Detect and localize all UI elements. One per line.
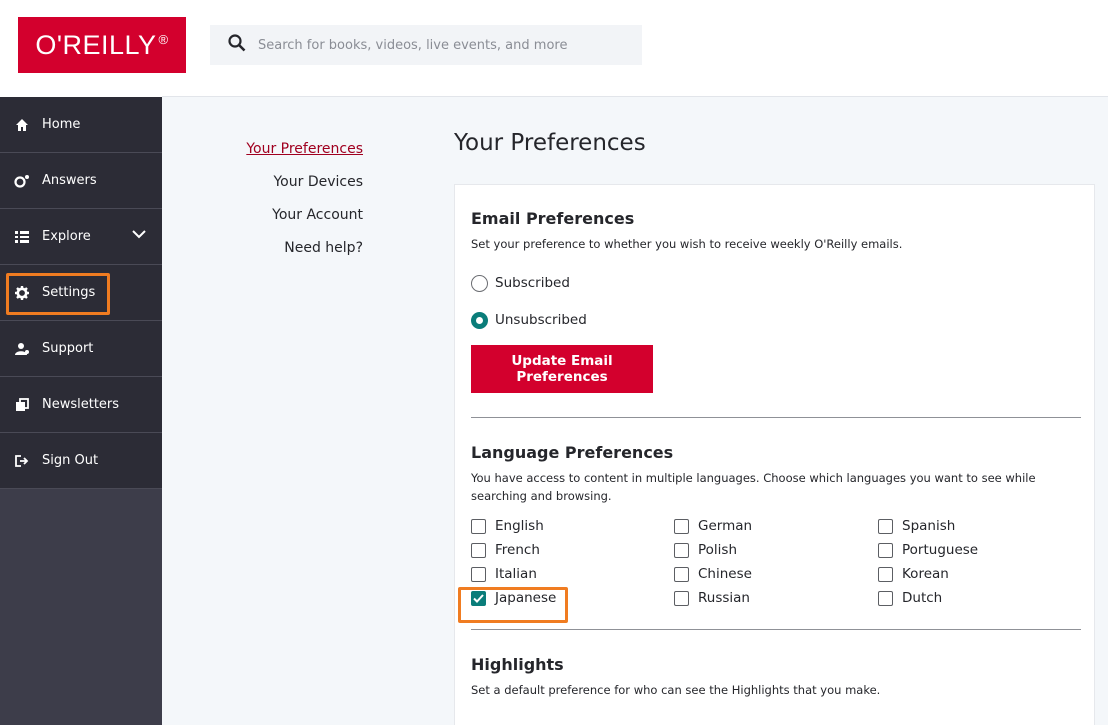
search-input[interactable] — [258, 37, 618, 53]
email-preferences-desc: Set your preference to whether you wish … — [471, 237, 903, 251]
checkbox-label: Dutch — [902, 590, 943, 606]
subnav-your-devices[interactable]: Your Devices — [246, 173, 363, 206]
sidebar-item-label: Support — [42, 341, 94, 356]
checkbox-japanese[interactable]: Japanese — [471, 589, 674, 607]
logo-text: O'REILLY — [35, 29, 157, 60]
checkbox-spanish[interactable]: Spanish — [878, 517, 1081, 535]
checkbox[interactable] — [878, 518, 893, 534]
checkbox-korean[interactable]: Korean — [878, 565, 1081, 583]
oreilly-logo[interactable]: O'REILLY ® — [18, 17, 186, 73]
checkbox-portuguese[interactable]: Portuguese — [878, 541, 1081, 559]
search-icon — [228, 34, 246, 56]
top-header — [162, 0, 1108, 97]
subnav-need-help[interactable]: Need help? — [246, 239, 363, 272]
checkbox-german[interactable]: German — [674, 517, 878, 535]
sidebar-item-sign-out[interactable]: Sign Out — [0, 433, 162, 489]
checkmark-icon — [473, 593, 484, 603]
support-icon — [14, 341, 30, 357]
registered-mark: ® — [158, 31, 169, 47]
checkbox[interactable] — [878, 590, 893, 606]
checkbox[interactable] — [471, 566, 486, 582]
checkbox[interactable] — [878, 566, 893, 582]
checkbox-label: French — [495, 542, 540, 558]
checkbox-label: Chinese — [698, 566, 752, 582]
home-icon — [14, 117, 30, 133]
sign-out-icon — [14, 453, 30, 469]
checkbox-label: Portuguese — [902, 542, 979, 558]
checkbox-french[interactable]: French — [471, 541, 674, 559]
sidebar-item-support[interactable]: Support — [0, 321, 162, 377]
sidebar-item-explore[interactable]: Explore — [0, 209, 162, 265]
sidebar-item-home[interactable]: Home — [0, 97, 162, 153]
gear-icon — [14, 285, 30, 301]
checkbox-polish[interactable]: Polish — [674, 541, 878, 559]
sidebar-item-label: Sign Out — [42, 453, 99, 468]
checkbox-label: Russian — [698, 590, 750, 606]
checkbox-label: Italian — [495, 566, 537, 582]
checkbox-label: Spanish — [902, 518, 956, 534]
sidebar-item-label: Settings — [42, 285, 96, 300]
checkbox[interactable] — [471, 518, 486, 534]
email-preferences-title: Email Preferences — [471, 209, 635, 228]
search-bar[interactable] — [210, 25, 642, 65]
sidebar-item-label: Answers — [42, 173, 97, 188]
sidebar-item-settings[interactable]: Settings — [0, 265, 162, 321]
checkbox-checked[interactable] — [471, 590, 486, 606]
checkbox-label: Japanese — [495, 590, 557, 606]
checkbox[interactable] — [471, 542, 486, 558]
page-title: Your Preferences — [454, 130, 646, 156]
radio-label: Subscribed — [495, 275, 570, 291]
language-grid: English German Spanish French Polish Por… — [471, 517, 1078, 607]
checkbox-label: English — [495, 518, 544, 534]
section-divider — [471, 629, 1081, 630]
section-divider — [471, 417, 1081, 418]
language-preferences-desc: You have access to content in multiple l… — [471, 471, 1036, 503]
checkbox-italian[interactable]: Italian — [471, 565, 674, 583]
radio-subscribed[interactable]: Subscribed — [471, 273, 1078, 293]
checkbox[interactable] — [878, 542, 893, 558]
sidebar-item-label: Explore — [42, 229, 91, 244]
checkbox-chinese[interactable]: Chinese — [674, 565, 878, 583]
language-preferences-title: Language Preferences — [471, 443, 674, 462]
highlights-title: Highlights — [471, 655, 564, 674]
checkbox-label: German — [698, 518, 753, 534]
update-email-preferences-button[interactable]: Update Email Preferences — [471, 345, 653, 393]
highlights-desc: Set a default preference for who can see… — [471, 683, 881, 697]
chevron-down-icon[interactable] — [132, 228, 146, 243]
checkbox[interactable] — [674, 566, 689, 582]
sidebar-nav: Home Answers Explore Settings Support Ne… — [0, 97, 162, 489]
checkbox-russian[interactable]: Russian — [674, 589, 878, 607]
subnav-your-preferences[interactable]: Your Preferences — [246, 140, 363, 173]
sidebar-item-label: Newsletters — [42, 397, 120, 412]
preferences-subnav: Your Preferences Your Devices Your Accou… — [246, 140, 363, 272]
checkbox-dutch[interactable]: Dutch — [878, 589, 1081, 607]
sidebar-item-newsletters[interactable]: Newsletters — [0, 377, 162, 433]
newsletters-icon — [14, 397, 30, 413]
answers-icon — [14, 173, 30, 189]
checkbox[interactable] — [674, 518, 689, 534]
checkbox[interactable] — [674, 542, 689, 558]
checkbox-label: Korean — [902, 566, 949, 582]
radio-button-selected[interactable] — [471, 311, 488, 329]
checkbox-english[interactable]: English — [471, 517, 674, 535]
explore-icon — [14, 229, 30, 245]
sidebar-item-answers[interactable]: Answers — [0, 153, 162, 209]
checkbox[interactable] — [674, 590, 689, 606]
preferences-card: Email Preferences Set your preference to… — [454, 184, 1095, 725]
subnav-your-account[interactable]: Your Account — [246, 206, 363, 239]
radio-unsubscribed[interactable]: Unsubscribed — [471, 310, 1078, 330]
checkbox-label: Polish — [698, 542, 738, 558]
sidebar: Home Answers Explore Settings Support Ne… — [0, 0, 162, 725]
sidebar-item-label: Home — [42, 117, 81, 132]
radio-label: Unsubscribed — [495, 312, 587, 328]
radio-button[interactable] — [471, 274, 488, 292]
